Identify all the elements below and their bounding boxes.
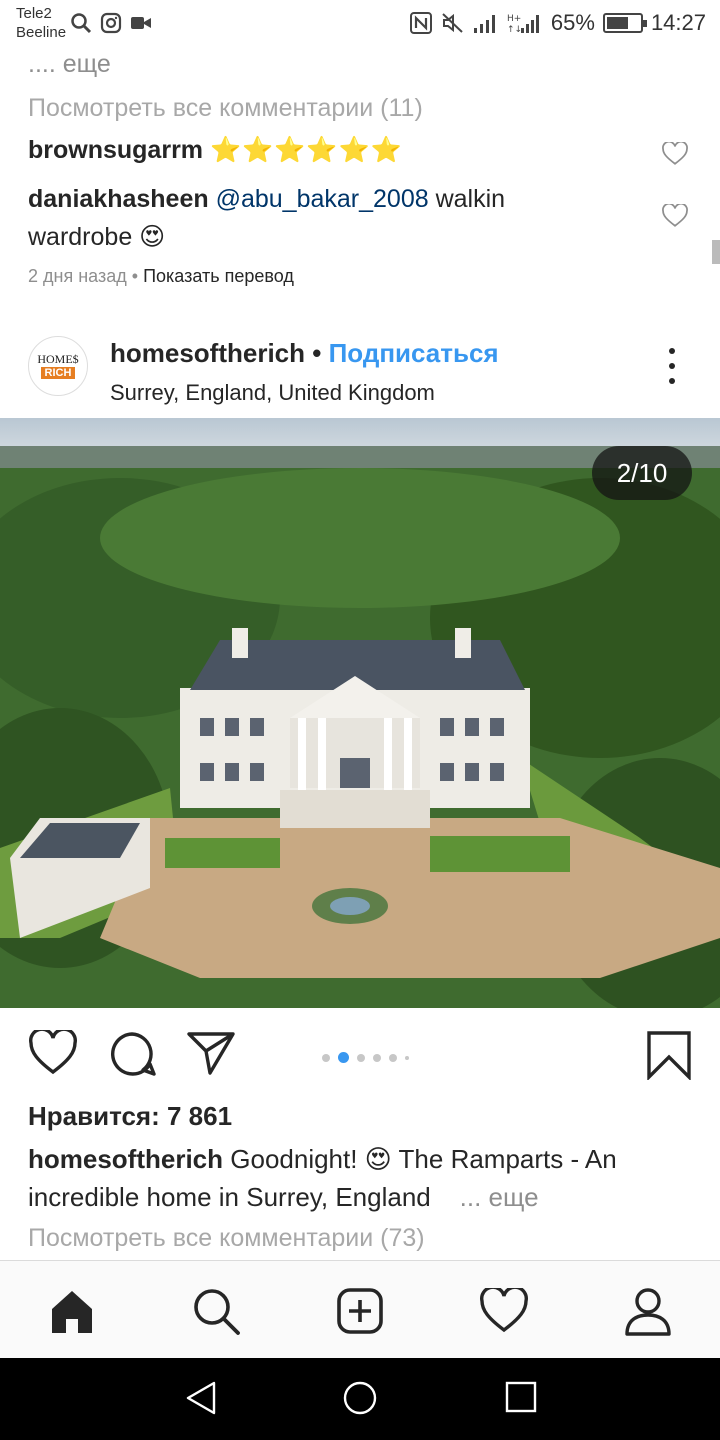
carrier-1: Tele2: [16, 5, 52, 22]
post-header: HOME$ RICH homesoftherich • Подписаться …: [0, 330, 720, 418]
caption-more-link[interactable]: ... еще: [460, 1182, 539, 1212]
avatar[interactable]: HOME$ RICH: [28, 336, 88, 396]
follow-button[interactable]: Подписаться: [329, 338, 499, 368]
status-bar: Tele2 Beeline H+ ↑↓ 65% 14:27: [0, 0, 720, 48]
search-icon: [194, 1289, 240, 1335]
post-actions: [0, 1008, 720, 1098]
comment-text: walkin: [428, 185, 506, 213]
battery-fill: [606, 17, 628, 29]
caption-username[interactable]: homesoftherich: [28, 1144, 223, 1174]
view-all-comments-link[interactable]: Посмотреть все комментарии (11): [28, 94, 423, 123]
post-photo[interactable]: 2/10: [0, 418, 720, 1008]
status-notification-icons: [70, 12, 152, 34]
status-right: H+ ↑↓ 65% 14:27: [409, 10, 706, 36]
back-icon[interactable]: [184, 1380, 218, 1416]
bottom-navigation: [0, 1260, 720, 1358]
nav-home[interactable]: [46, 1285, 98, 1337]
comment-mention[interactable]: @abu_bakar_2008: [216, 185, 429, 213]
battery-percent: 65%: [550, 10, 595, 35]
carrier-names: Tele2 Beeline: [16, 4, 66, 42]
activity-heart-icon: [480, 1288, 528, 1333]
send-icon[interactable]: [186, 1030, 236, 1076]
comment-username[interactable]: brownsugarrm: [28, 136, 203, 164]
time-ago: 2 дня назад: [28, 266, 127, 286]
carousel-dot: [373, 1053, 381, 1062]
profile-icon: [625, 1288, 671, 1336]
home-circle-icon[interactable]: [342, 1380, 378, 1416]
scrollbar[interactable]: [712, 240, 720, 264]
recents-icon[interactable]: [504, 1380, 538, 1414]
carousel-dot: [322, 1053, 330, 1062]
meta-separator: •: [131, 266, 139, 286]
comment-icon[interactable]: [108, 1030, 156, 1078]
post-meta: 2 дня назад • Показать перевод: [28, 266, 294, 287]
nav-add[interactable]: [334, 1285, 386, 1337]
comment-text: ⭐⭐⭐⭐⭐⭐: [209, 136, 403, 164]
post-username-line: homesoftherich • Подписаться: [110, 338, 499, 369]
likes-count[interactable]: Нравится: 7 861: [28, 1101, 232, 1132]
more-options-icon[interactable]: [668, 348, 676, 384]
instagram-icon: [100, 12, 122, 34]
heart-icon[interactable]: [28, 1030, 78, 1076]
carrier-2: Beeline: [16, 24, 67, 41]
post-caption: homesoftherich Goodnight! 😍 The Ramparts…: [28, 1140, 688, 1216]
feed[interactable]: .... еще Посмотреть все комментарии (11)…: [0, 48, 720, 1260]
avatar-logo-bottom: RICH: [40, 367, 76, 379]
battery-icon: [602, 13, 647, 33]
post-location[interactable]: Surrey, England, United Kingdom: [110, 380, 435, 406]
nav-activity[interactable]: [478, 1285, 530, 1337]
nav-search[interactable]: [190, 1285, 242, 1337]
signal-h-plus-icon: H+↑↓: [507, 14, 539, 34]
avatar-logo-top: HOME$: [37, 352, 79, 366]
username-separator: •: [305, 338, 329, 368]
comment-like-icon[interactable]: [662, 142, 688, 166]
comment-text-2: wardrobe 😍: [28, 223, 166, 251]
comment-username[interactable]: daniakhasheen: [28, 185, 209, 213]
carousel-indicator: [322, 1052, 409, 1063]
add-icon: [337, 1288, 383, 1334]
view-all-comments-link[interactable]: Посмотреть все комментарии (73): [28, 1224, 425, 1253]
carousel-dot: [405, 1055, 409, 1060]
mansion-photo: [0, 418, 720, 1008]
mute-icon: [442, 13, 463, 33]
nfc-icon: [409, 12, 432, 34]
carousel-dot: [357, 1053, 365, 1062]
signal-icon: [473, 15, 495, 33]
bookmark-icon[interactable]: [646, 1030, 692, 1080]
clock: 14:27: [650, 10, 706, 35]
home-icon: [52, 1291, 92, 1333]
comment-like-icon[interactable]: [662, 204, 688, 228]
carousel-dot: [389, 1053, 397, 1062]
nav-profile[interactable]: [622, 1285, 674, 1337]
system-navigation: [0, 1358, 720, 1440]
comment-2: daniakhasheen @abu_bakar_2008 walkin war…: [28, 180, 588, 256]
show-translation-link[interactable]: Показать перевод: [143, 266, 294, 286]
comment-1: brownsugarrm ⭐⭐⭐⭐⭐⭐: [28, 136, 403, 165]
svg-text:↑↓: ↑↓: [507, 25, 522, 34]
search-icon: [71, 13, 92, 34]
carousel-dot-active: [338, 1052, 349, 1063]
post-username[interactable]: homesoftherich: [110, 338, 305, 368]
svg-text:H+: H+: [507, 14, 521, 24]
image-counter: 2/10: [592, 446, 692, 500]
video-icon: [131, 17, 151, 29]
more-link[interactable]: .... еще: [28, 50, 111, 79]
